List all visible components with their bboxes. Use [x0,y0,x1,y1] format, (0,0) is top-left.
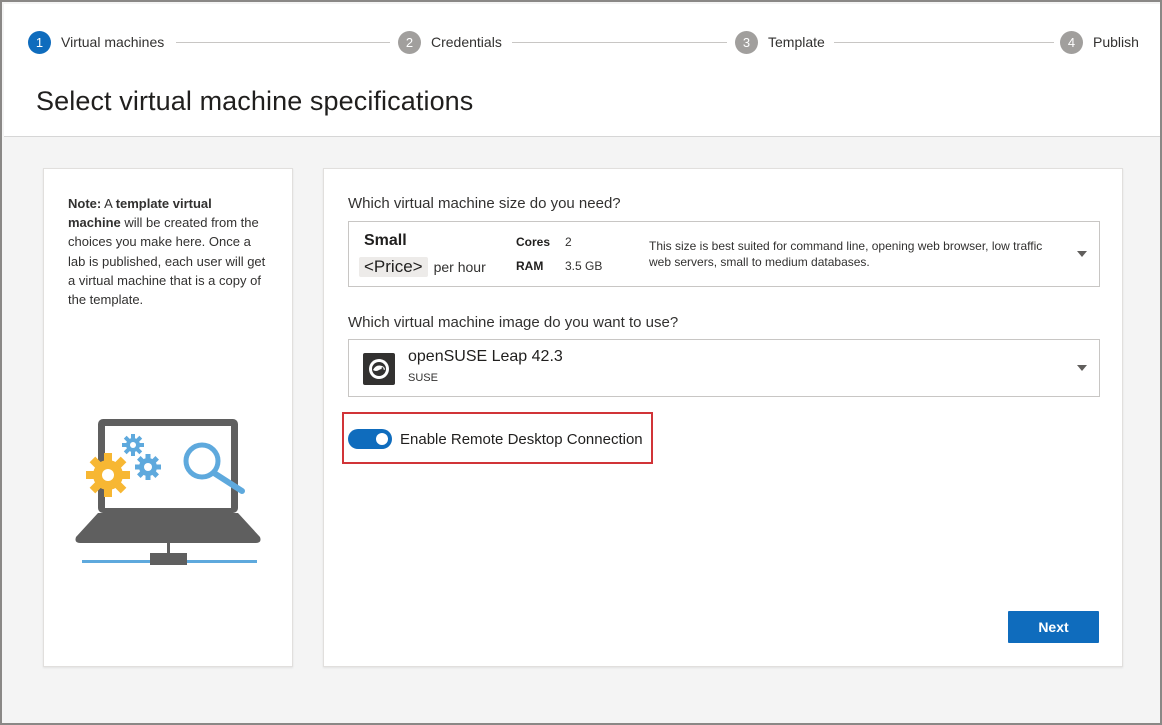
window-frame: 1 Virtual machines 2 Credentials 3 Templ… [0,0,1162,725]
step-connector [176,42,390,43]
page-title: Select virtual machine specifications [36,86,474,116]
wizard-step-credentials[interactable]: 2 Credentials [398,30,502,54]
rdp-toggle-label[interactable]: Enable Remote Desktop Connection [400,431,643,448]
chevron-down-icon[interactable] [1077,251,1087,257]
step-number: 1 [28,30,51,54]
page-header: 1 Virtual machines 2 Credentials 3 Templ… [4,4,1160,137]
ram-value: 3.5 GB [565,259,603,273]
step-connector [512,42,727,43]
next-button[interactable]: Next [1008,611,1099,643]
note-panel: Note: A template virtual machine will be… [43,168,293,667]
specifications-panel: Which virtual machine size do you need? … [323,168,1123,667]
wizard-step-publish[interactable]: 4 Publish [1060,30,1139,54]
step-label: Template [768,34,825,50]
image-dropdown[interactable]: openSUSE Leap 42.3 SUSE [348,339,1100,397]
cores-label: Cores [516,235,551,249]
step-number: 3 [735,30,758,54]
ram-label: RAM [516,259,544,273]
rdp-toggle-row[interactable]: Enable Remote Desktop Connection [348,429,643,449]
step-label: Credentials [431,34,502,50]
gear-icon [122,434,144,456]
price-placeholder: <Price> [359,257,428,277]
image-question: Which virtual machine image do you want … [348,314,679,331]
opensuse-icon [363,353,395,385]
size-question: Which virtual machine size do you need? [348,195,621,212]
step-number: 2 [398,30,421,54]
wizard-step-virtual-machines[interactable]: 1 Virtual machines [28,30,164,54]
laptop-base-icon [75,513,261,543]
step-connector [834,42,1054,43]
size-dropdown[interactable]: Small <Price> per hour Cores 2 RAM 3.5 G… [348,221,1100,287]
price-line: <Price> per hour [359,257,486,277]
rdp-toggle[interactable] [348,429,392,449]
size-description: This size is best suited for command lin… [649,239,1043,269]
gear-icon [86,453,130,497]
image-publisher: SUSE [408,372,438,384]
price-suffix: per hour [433,259,486,275]
step-label: Virtual machines [61,34,165,50]
cores-value: 2 [565,235,572,249]
size-name: Small [364,232,407,249]
toggle-knob [376,433,388,445]
chevron-down-icon[interactable] [1077,365,1087,371]
note-text: Note: A template virtual machine will be… [68,194,268,309]
image-name: openSUSE Leap 42.3 [408,348,563,365]
note-prefix: Note: [68,196,102,211]
gear-icon [135,454,161,480]
note-text-1: A [101,196,116,211]
laptop-illustration [72,413,267,578]
step-label: Publish [1093,34,1139,50]
step-number: 4 [1060,30,1083,54]
wizard-step-template[interactable]: 3 Template [735,30,825,54]
